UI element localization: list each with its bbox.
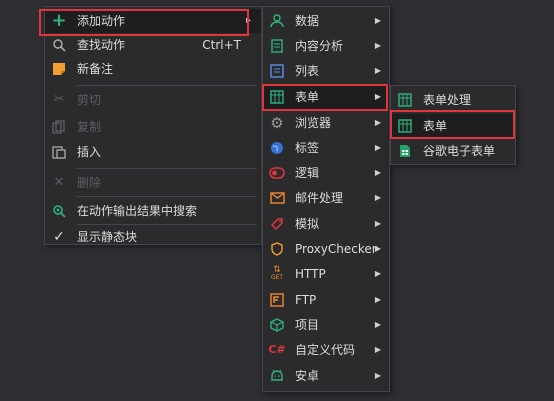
android-icon	[269, 368, 285, 384]
submenu-item-proxychecker[interactable]: ProxyChecker ▶	[263, 237, 389, 261]
search-green-icon	[51, 203, 67, 219]
submenu-item-http[interactable]: ⇅ GET HTTP ▶	[263, 262, 389, 286]
cube-icon	[269, 317, 285, 333]
chevron-right-icon: ▶	[374, 295, 381, 304]
chevron-right-icon: ▶	[374, 269, 381, 278]
document-icon	[269, 38, 285, 54]
chevron-right-icon: ▶	[374, 168, 381, 177]
menu-item-delete[interactable]: ✕ 删除	[45, 171, 261, 195]
http-get-icon: ⇅ GET	[270, 265, 284, 282]
submenu-item-form[interactable]: 表单 ▶	[263, 85, 389, 109]
form-submenu: 表单处理 表单 谷歌电子表单	[390, 85, 516, 165]
chevron-right-icon: ▶	[374, 143, 381, 152]
submenu-item-logic[interactable]: 逻辑 ▶	[263, 161, 389, 185]
form-item-form-processing[interactable]: 表单处理	[391, 88, 515, 112]
http-icon-label: GET	[270, 274, 284, 281]
chevron-right-icon: ▶	[374, 41, 381, 50]
add-action-submenu: 数据 ▶ 内容分析 ▶ 列表 ▶ 表单 ▶ ⚙ 浏览器 ▶ 标签 ▶ 逻辑 ▶ …	[262, 6, 390, 392]
plus-icon: +	[51, 10, 67, 31]
gear-icon: ⚙	[270, 114, 284, 132]
submenu-item-tabs[interactable]: 标签 ▶	[263, 136, 389, 160]
ftp-icon	[269, 292, 285, 308]
globe-icon	[269, 140, 285, 156]
list-icon	[269, 63, 285, 79]
submenu-item-custom-code[interactable]: C# 自定义代码 ▶	[263, 338, 389, 362]
table-icon	[397, 92, 413, 108]
shortcut-label: Ctrl+T	[202, 38, 241, 52]
google-sheets-icon	[397, 143, 413, 159]
chevron-right-icon: ▶	[374, 345, 381, 354]
chevron-right-icon: ▶	[374, 219, 381, 228]
chevron-right-icon: ▸	[245, 15, 251, 26]
scissors-icon: ✂	[53, 92, 65, 107]
search-icon	[51, 37, 67, 53]
chevron-right-icon: ▶	[374, 193, 381, 202]
submenu-item-content-analysis[interactable]: 内容分析 ▶	[263, 34, 389, 58]
form-item-google-sheets[interactable]: 谷歌电子表单	[391, 139, 515, 163]
chevron-right-icon: ▶	[374, 66, 381, 75]
checkmark-icon: ✓	[53, 229, 65, 245]
submenu-item-android[interactable]: 安卓 ▶	[263, 364, 389, 388]
menu-item-copy[interactable]: 复制	[45, 115, 261, 139]
toggle-icon	[269, 165, 285, 181]
submenu-item-mail[interactable]: 邮件处理 ▶	[263, 186, 389, 210]
csharp-icon: C#	[268, 343, 286, 356]
paste-icon	[51, 144, 67, 160]
menu-item-show-static-blocks[interactable]: ✓ 显示静态块	[45, 225, 261, 249]
submenu-item-browser[interactable]: ⚙ 浏览器 ▶	[263, 111, 389, 135]
chevron-right-icon: ▶	[374, 320, 381, 329]
separator	[77, 196, 257, 197]
chevron-right-icon: ▶	[374, 92, 381, 101]
user-icon	[269, 13, 285, 29]
chevron-right-icon: ▶	[374, 371, 381, 380]
submenu-item-emulation[interactable]: 模拟 ▶	[263, 212, 389, 236]
menu-item-find-action[interactable]: 查找动作 Ctrl+T	[45, 33, 261, 57]
separator	[77, 168, 257, 169]
shield-icon	[269, 241, 285, 257]
mail-icon	[269, 190, 285, 206]
submenu-item-ftp[interactable]: FTP ▶	[263, 288, 389, 312]
menu-item-search-output[interactable]: 在动作输出结果中搜索	[45, 199, 261, 223]
chevron-right-icon: ▶	[374, 118, 381, 127]
menu-item-add-action[interactable]: + 添加动作 ▸	[45, 9, 261, 33]
submenu-item-project[interactable]: 项目 ▶	[263, 313, 389, 337]
context-menu: + 添加动作 ▸ 查找动作 Ctrl+T 新备注 ✂ 剪切 复制 插入 ✕ 删除	[44, 6, 262, 245]
copy-icon	[51, 119, 67, 135]
submenu-item-data[interactable]: 数据 ▶	[263, 9, 389, 33]
chevron-right-icon: ▶	[374, 16, 381, 25]
tag-icon	[269, 216, 285, 232]
table-icon	[269, 89, 285, 105]
chevron-right-icon: ▶	[374, 244, 381, 253]
submenu-item-list[interactable]: 列表 ▶	[263, 59, 389, 83]
menu-item-paste[interactable]: 插入	[45, 140, 261, 164]
menu-item-new-note[interactable]: 新备注	[45, 57, 261, 81]
menu-item-cut[interactable]: ✂ 剪切	[45, 88, 261, 112]
note-icon	[51, 61, 67, 77]
form-item-form[interactable]: 表单	[391, 114, 515, 138]
table-icon	[397, 118, 413, 134]
close-icon: ✕	[53, 175, 65, 190]
separator	[77, 85, 257, 86]
